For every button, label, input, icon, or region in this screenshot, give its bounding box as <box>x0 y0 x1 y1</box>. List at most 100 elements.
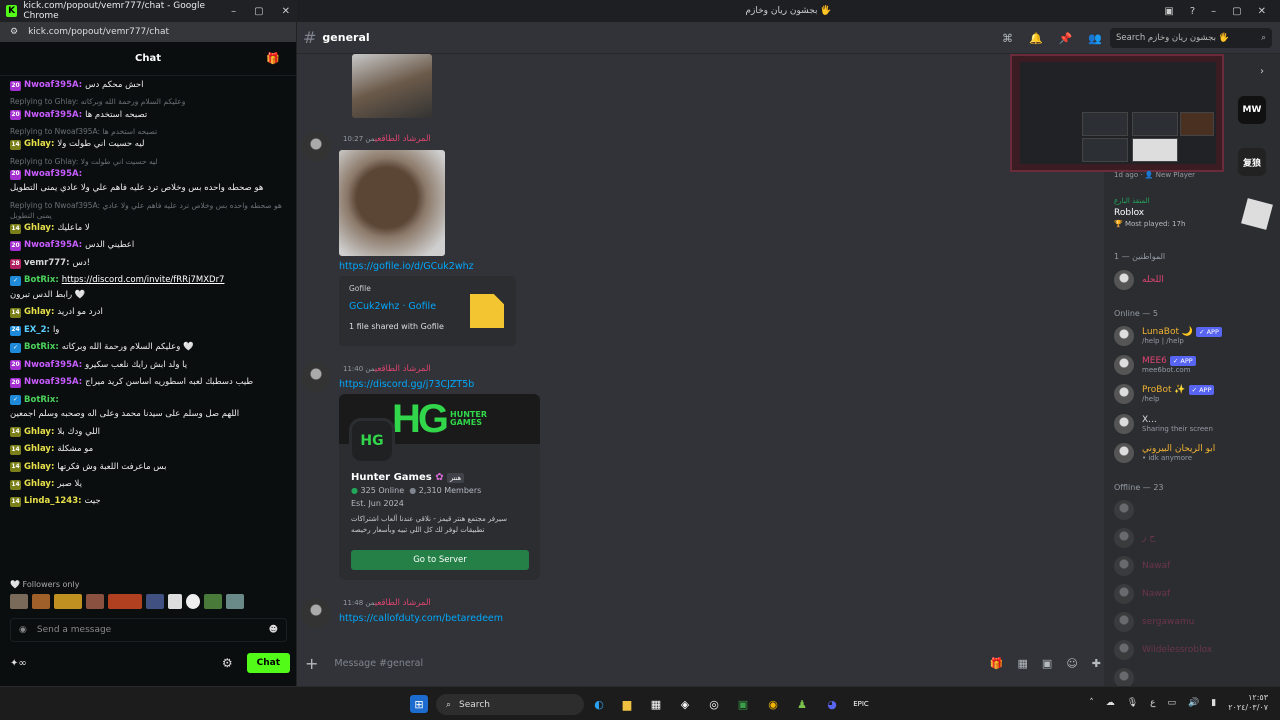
chat-message[interactable]: 24 EX_2: وا <box>10 325 285 336</box>
emote[interactable] <box>32 594 50 609</box>
member-item-offline[interactable]: Wildelessroblox <box>1114 640 1274 660</box>
message-author[interactable]: المرشاد الطاقعيمن 11:48 <box>339 598 431 608</box>
chat-username[interactable]: Ghlay: <box>24 462 54 473</box>
bot-badge-icon[interactable]: ✓ <box>10 342 21 353</box>
member-item-offline[interactable]: Nawaf <box>1114 584 1274 604</box>
chat-username[interactable]: Ghlay: <box>24 444 54 455</box>
chat-username[interactable]: BotRix: <box>24 395 59 406</box>
chat-message[interactable]: 20 Nwoaf395A: تصبحه استخدم ها <box>10 110 285 121</box>
subscriber-badge-icon[interactable]: 14 <box>10 427 21 438</box>
member-item-offline[interactable] <box>1114 500 1274 520</box>
chat-message[interactable]: 20 Nwoaf395A: احش محکم دس <box>10 80 285 91</box>
chess-icon[interactable]: ♟ <box>793 695 811 713</box>
maximize-button[interactable]: ▢ <box>254 6 263 17</box>
emote[interactable] <box>54 594 82 609</box>
emoji-icon[interactable]: ☺ <box>1066 657 1077 670</box>
sticker-icon[interactable]: ▣ <box>1042 657 1052 670</box>
chat-message[interactable]: 14 Ghlay: يلا صبر <box>10 479 285 490</box>
bell-icon[interactable]: 🔔 <box>1029 32 1043 45</box>
chat-message[interactable]: 28 vemr777: دس! <box>10 258 285 269</box>
subscriber-badge-icon[interactable]: 20 <box>10 241 21 252</box>
start-icon[interactable]: ⊞ <box>410 695 428 713</box>
subscriber-badge-icon[interactable]: 28 <box>10 258 21 269</box>
message-link[interactable]: https://gofile.io/d/GCuk2whz <box>339 261 474 272</box>
emote[interactable] <box>86 594 104 609</box>
chat-message[interactable]: 14 Ghlay: لا ماعليك <box>10 223 285 234</box>
battery-icon[interactable]: ▮ <box>1211 698 1216 708</box>
chat-username[interactable]: Nwoaf395A: <box>24 377 82 388</box>
bot-badge-icon[interactable]: ✓ <box>10 276 21 287</box>
subscriber-badge-icon[interactable]: 14 <box>10 223 21 234</box>
reply-context[interactable]: Replying to Nwoaf395A: تصبحه استخدم ها <box>10 127 285 137</box>
subscriber-badge-icon[interactable]: 20 <box>10 110 21 121</box>
chat-username[interactable]: Nwoaf395A: <box>24 110 82 121</box>
chat-username[interactable]: EX_2: <box>24 325 50 336</box>
inbox-icon[interactable]: ▣ <box>1164 6 1173 17</box>
kick-points-icon[interactable]: ✦∞ <box>10 658 27 669</box>
plus-icon[interactable]: + <box>305 654 318 673</box>
discord-icon[interactable]: ◕ <box>823 695 841 713</box>
chat-message[interactable]: ✓ BotRix: https://discord.com/invite/fRRj7… <box>10 275 285 301</box>
game-icon[interactable]: ▣ <box>734 695 752 713</box>
chat-username[interactable]: Ghlay: <box>24 307 54 318</box>
go-to-server-button[interactable]: Go to Server <box>351 550 529 570</box>
subscriber-badge-icon[interactable]: 14 <box>10 139 21 150</box>
chat-message[interactable]: ✓ BotRix: اللهم صل وسلم على سيدنا محمد وعل… <box>10 395 285 421</box>
chat-username[interactable]: Nwoaf395A: <box>24 360 82 371</box>
emote[interactable] <box>168 594 182 609</box>
avatar[interactable] <box>301 132 331 162</box>
member-item-offline[interactable]: sergawamu <box>1114 612 1274 632</box>
minimize-button[interactable]: – <box>231 6 236 17</box>
emote[interactable] <box>10 594 28 609</box>
taskbar-search[interactable]: ⌕ Search <box>436 694 584 715</box>
store-icon[interactable]: ▦ <box>647 695 665 713</box>
message-link[interactable]: https://callofduty.com/betaredeem <box>339 613 503 624</box>
image-attachment[interactable] <box>352 54 432 118</box>
subscriber-badge-icon[interactable]: 20 <box>10 377 21 388</box>
message-input[interactable]: + Message #general 🎁 ▦ ▣ ☺ ✚ <box>305 650 1101 676</box>
mw-app-icon[interactable]: MW <box>1238 96 1266 124</box>
volume-icon[interactable]: 🔊 <box>1188 698 1199 708</box>
emote[interactable] <box>186 594 200 609</box>
activity-card[interactable]: المنقذ البارع Roblox 🏆 Most played: 17h <box>1114 197 1274 230</box>
member-item[interactable]: اللحله <box>1114 270 1274 290</box>
chat-message[interactable]: 20 Nwoaf395A: هو صحطه واحده بس وخلاص ترد ع… <box>10 169 285 195</box>
gift-icon[interactable]: 🎁 <box>990 657 1004 670</box>
subscriber-badge-icon[interactable]: 14 <box>10 444 21 455</box>
send-message-input[interactable]: ◉ Send a message ☻ <box>10 618 287 642</box>
network-icon[interactable]: ▭ <box>1168 698 1177 708</box>
member-item[interactable]: MEE6 ✓ APP mee6bot.com <box>1114 355 1274 375</box>
chat-send-button[interactable]: Chat <box>246 653 290 673</box>
language-indicator[interactable]: ع <box>1150 698 1155 708</box>
stream-preview[interactable] <box>1010 54 1224 172</box>
clock[interactable]: ١٢:٥٣ ٢٠٢٤/٠٣/٠٧ <box>1228 693 1268 714</box>
bot-badge-icon[interactable]: ✓ <box>10 395 21 406</box>
reply-context[interactable]: Replying to Ghlay: ليه حسيت اني طولت ولا <box>10 157 285 167</box>
maximize-button[interactable]: ▢ <box>1232 6 1241 17</box>
message-author[interactable]: المرشاد الطاقعيمن 10:27 <box>339 134 431 144</box>
chat-message[interactable]: 20 Nwoaf395A: يا ولد ابش رايك نلعب سكيرو <box>10 360 285 371</box>
chat-link[interactable]: https://discord.com/invite/fRRj7MXDr7 <box>62 275 225 286</box>
edge-icon[interactable]: ◐ <box>590 695 608 713</box>
chat-message[interactable]: 14 Ghlay: بس ماعرفت اللعبة وش فكرتها <box>10 462 285 473</box>
avatar[interactable] <box>301 362 331 392</box>
chat-message[interactable]: 14 Ghlay: ادرد مو ادريد <box>10 307 285 319</box>
subscriber-badge-icon[interactable]: 20 <box>10 80 21 91</box>
chat-message[interactable]: 14 Ghlay: اللي ودك بلا <box>10 427 285 438</box>
chat-username[interactable]: Linda_1243: <box>24 496 82 507</box>
reply-context[interactable]: Replying to Ghlay: وعليكم السلام ورحمة ا… <box>10 97 285 107</box>
close-button[interactable]: ✕ <box>282 6 290 17</box>
mic-icon[interactable]: 🎙 <box>1127 698 1138 708</box>
members-icon[interactable]: 👥 <box>1088 32 1102 45</box>
emote-picker-icon[interactable]: ◉ <box>19 625 27 635</box>
apps-icon[interactable]: ✚ <box>1092 657 1101 670</box>
member-item-offline[interactable] <box>1114 668 1274 688</box>
folder-icon[interactable]: ▆ <box>618 695 636 713</box>
chat-message[interactable]: 20 Nwoaf395A: طيب دسطبك لعبه اسطوريه اساسن… <box>10 377 285 388</box>
subscriber-badge-icon[interactable]: 20 <box>10 169 21 180</box>
obs-icon[interactable]: ◎ <box>705 695 723 713</box>
pin-icon[interactable]: 📌 <box>1059 32 1073 45</box>
subscriber-badge-icon[interactable]: 24 <box>10 325 21 336</box>
author-name[interactable]: المرشاد الطاقعي <box>375 364 431 374</box>
settings-icon[interactable]: ⚙ <box>222 656 233 670</box>
